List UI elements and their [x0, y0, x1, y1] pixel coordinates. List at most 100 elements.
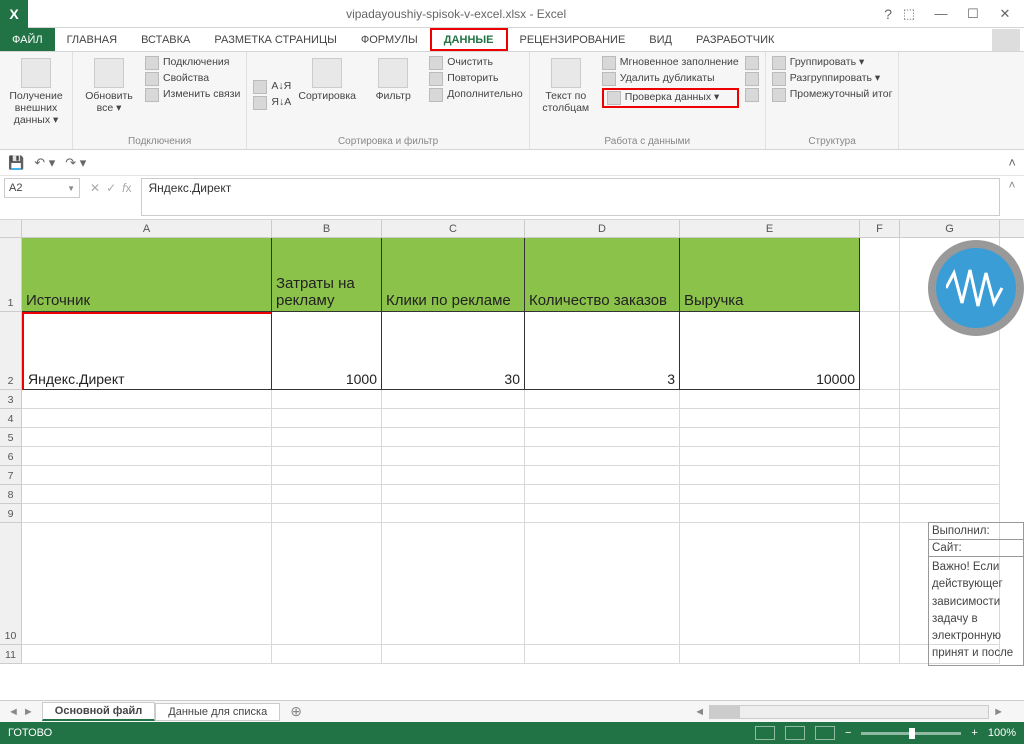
- cell-b2[interactable]: 1000: [272, 312, 382, 390]
- cell-d1[interactable]: Количество заказов: [525, 238, 680, 312]
- cell-e2[interactable]: 10000: [680, 312, 860, 390]
- add-sheet-button[interactable]: ⊕: [280, 703, 312, 720]
- remove-duplicates-button[interactable]: Удалить дубликаты: [602, 72, 739, 86]
- save-icon[interactable]: 💾: [8, 155, 24, 171]
- ribbon-options-icon[interactable]: ⬚: [896, 4, 922, 24]
- cell-a1[interactable]: Источник: [22, 238, 272, 312]
- tab-data[interactable]: ДАННЫЕ: [430, 28, 508, 51]
- ribbon: Получение внешних данных ▾ Обновить все …: [0, 52, 1024, 150]
- side-note: Важно! Если действующег зависимости зада…: [928, 556, 1024, 666]
- view-layout-icon[interactable]: [785, 726, 805, 740]
- logo-icon: [928, 240, 1024, 336]
- sort-az-button[interactable]: А↓Я: [253, 80, 291, 94]
- sort-button[interactable]: Сортировка: [297, 56, 357, 134]
- view-normal-icon[interactable]: [755, 726, 775, 740]
- external-data-button[interactable]: Получение внешних данных ▾: [6, 56, 66, 147]
- col-header-f[interactable]: F: [860, 220, 900, 237]
- collapse-ribbon-icon[interactable]: ˄: [1008, 155, 1016, 170]
- col-header-c[interactable]: C: [382, 220, 525, 237]
- advanced-filter-button[interactable]: Дополнительно: [429, 88, 523, 102]
- row-header-3[interactable]: 3: [0, 390, 22, 409]
- ungroup-button[interactable]: Разгруппировать ▾: [772, 72, 893, 86]
- tab-layout[interactable]: РАЗМЕТКА СТРАНИЦЫ: [202, 28, 348, 51]
- group-data-tools-label: Работа с данными: [536, 134, 759, 147]
- tab-review[interactable]: РЕЦЕНЗИРОВАНИЕ: [508, 28, 638, 51]
- cell-c1[interactable]: Клики по рекламе: [382, 238, 525, 312]
- horizontal-scrollbar[interactable]: ◄ ►: [312, 705, 1024, 719]
- fx-icon[interactable]: fx: [122, 181, 131, 195]
- undo-icon[interactable]: ↶ ▾: [34, 155, 55, 171]
- cell-f2[interactable]: [860, 312, 900, 390]
- sheet-next-icon[interactable]: ►: [23, 706, 34, 718]
- sheet-prev-icon[interactable]: ◄: [8, 706, 19, 718]
- row-header-7[interactable]: 7: [0, 466, 22, 485]
- cancel-formula-icon[interactable]: ✕: [90, 181, 100, 195]
- redo-icon[interactable]: ↷ ▾: [65, 155, 86, 171]
- row-header-2[interactable]: 2: [0, 312, 22, 390]
- tab-home[interactable]: ГЛАВНАЯ: [55, 28, 129, 51]
- cell-c2[interactable]: 30: [382, 312, 525, 390]
- expand-formula-icon[interactable]: ˄: [1004, 178, 1020, 192]
- filter-icon: [378, 58, 408, 88]
- group-button[interactable]: Группировать ▾: [772, 56, 893, 70]
- col-header-d[interactable]: D: [525, 220, 680, 237]
- consolidate-button[interactable]: [745, 56, 759, 70]
- cell-f1[interactable]: [860, 238, 900, 312]
- subtotal-button[interactable]: Промежуточный итог: [772, 88, 893, 102]
- sheet-bar: ◄ ► Основной файл Данные для списка ⊕ ◄ …: [0, 700, 1024, 722]
- row-header-4[interactable]: 4: [0, 409, 22, 428]
- cell-d2[interactable]: 3: [525, 312, 680, 390]
- text-to-columns-button[interactable]: Текст по столбцам: [536, 56, 596, 134]
- name-box[interactable]: A2▼: [4, 178, 80, 198]
- cell-a2[interactable]: Яндекс.Директ: [22, 312, 272, 390]
- cell-e1[interactable]: Выручка: [680, 238, 860, 312]
- filter-button[interactable]: Фильтр: [363, 56, 423, 134]
- external-data-icon: [21, 58, 51, 88]
- tab-developer[interactable]: РАЗРАБОТЧИК: [684, 28, 786, 51]
- edit-links-button[interactable]: Изменить связи: [145, 88, 240, 102]
- whatif-button[interactable]: [745, 72, 759, 86]
- flash-fill-button[interactable]: Мгновенное заполнение: [602, 56, 739, 70]
- help-icon[interactable]: ?: [884, 6, 892, 22]
- formula-input[interactable]: Яндекс.Директ: [141, 178, 1000, 216]
- col-header-e[interactable]: E: [680, 220, 860, 237]
- col-header-b[interactable]: B: [272, 220, 382, 237]
- row-header-5[interactable]: 5: [0, 428, 22, 447]
- zoom-out-icon[interactable]: −: [845, 727, 851, 739]
- sheet-tab-list[interactable]: Данные для списка: [155, 703, 280, 721]
- col-header-a[interactable]: A: [22, 220, 272, 237]
- row-header-8[interactable]: 8: [0, 485, 22, 504]
- zoom-in-icon[interactable]: +: [971, 727, 977, 739]
- tab-insert[interactable]: ВСТАВКА: [129, 28, 202, 51]
- clear-filter-button[interactable]: Очистить: [429, 56, 523, 70]
- relationships-button[interactable]: [745, 88, 759, 102]
- minimize-icon[interactable]: —: [928, 4, 954, 24]
- refresh-all-button[interactable]: Обновить все ▾: [79, 56, 139, 134]
- row-header-10[interactable]: 10: [0, 523, 22, 645]
- view-break-icon[interactable]: [815, 726, 835, 740]
- data-validation-button[interactable]: Проверка данных ▾: [602, 88, 739, 108]
- close-icon[interactable]: ✕: [992, 4, 1018, 24]
- zoom-level[interactable]: 100%: [988, 727, 1016, 739]
- tab-formulas[interactable]: ФОРМУЛЫ: [349, 28, 430, 51]
- row-header-1[interactable]: 1: [0, 238, 22, 312]
- sort-za-button[interactable]: Я↓А: [253, 96, 291, 110]
- cell-b1[interactable]: Затраты на рекламу: [272, 238, 382, 312]
- tab-file[interactable]: ФАЙЛ: [0, 28, 55, 51]
- select-all-corner[interactable]: [0, 220, 22, 237]
- row-header-11[interactable]: 11: [0, 645, 22, 664]
- external-data-label: Получение внешних данных ▾: [6, 90, 66, 126]
- col-header-g[interactable]: G: [900, 220, 1000, 237]
- sheet-tab-main[interactable]: Основной файл: [42, 702, 155, 721]
- maximize-icon[interactable]: ☐: [960, 4, 986, 24]
- user-avatar[interactable]: [992, 29, 1020, 51]
- connections-button[interactable]: Подключения: [145, 56, 240, 70]
- tab-view[interactable]: ВИД: [637, 28, 684, 51]
- enter-formula-icon[interactable]: ✓: [106, 181, 116, 195]
- reapply-button[interactable]: Повторить: [429, 72, 523, 86]
- status-ready: ГОТОВО: [8, 727, 52, 739]
- row-header-9[interactable]: 9: [0, 504, 22, 523]
- spreadsheet-grid[interactable]: A B C D E F G 1 Источник Затраты на рекл…: [0, 220, 1024, 700]
- row-header-6[interactable]: 6: [0, 447, 22, 466]
- properties-button[interactable]: Свойства: [145, 72, 240, 86]
